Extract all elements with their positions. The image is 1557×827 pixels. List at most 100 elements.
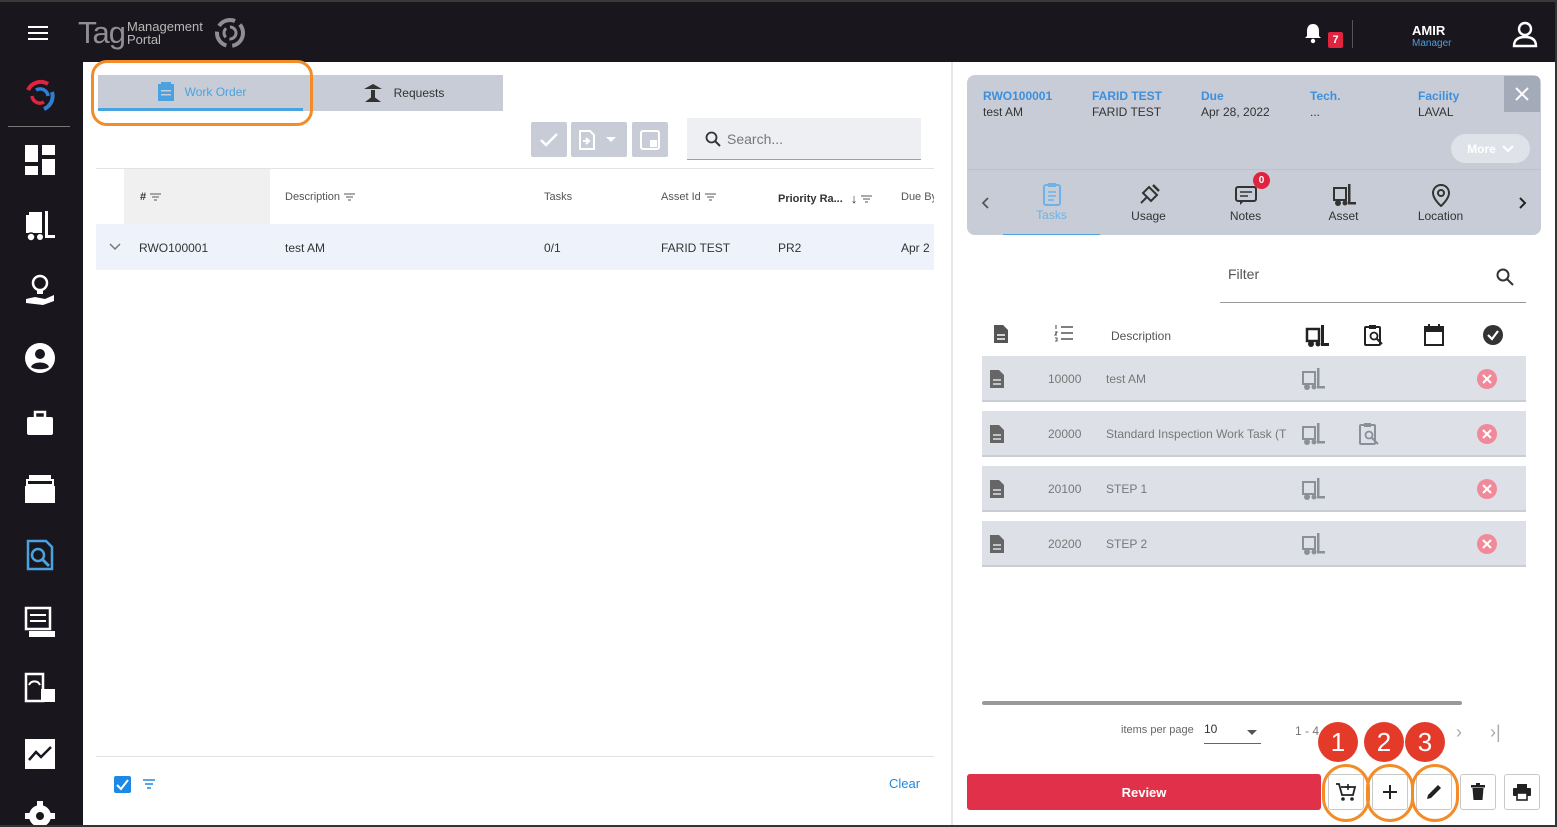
tab-asset[interactable]: Asset: [1295, 170, 1392, 235]
row-asset-id: FARID TEST: [661, 241, 731, 255]
last-page-icon[interactable]: ›|: [1490, 722, 1501, 743]
task-row[interactable]: 10000 test AM: [982, 356, 1526, 402]
card-view-button[interactable]: [632, 122, 668, 157]
close-detail-button[interactable]: [1504, 76, 1540, 112]
forklift-icon[interactable]: [1300, 422, 1326, 446]
task-row[interactable]: 20100 STEP 1: [982, 466, 1526, 512]
cancel-circle-icon[interactable]: [1476, 368, 1498, 390]
export-dropdown-button[interactable]: [571, 122, 627, 157]
row-due-by: Apr 2: [901, 241, 930, 255]
col-due-by[interactable]: Due By: [901, 191, 934, 203]
task-table-header: Description: [982, 320, 1526, 352]
search-icon[interactable]: [1496, 268, 1514, 286]
sidebar-item-dashboard[interactable]: [20, 140, 60, 180]
tabs-scroll-left-button[interactable]: [967, 170, 1003, 235]
tab-requests[interactable]: Requests: [303, 75, 503, 111]
clear-link[interactable]: Clear: [889, 776, 920, 791]
sidebar-item-settings[interactable]: [20, 796, 60, 827]
sidebar-item-assets[interactable]: [20, 206, 60, 246]
tab-tasks[interactable]: Tasks: [1003, 170, 1100, 235]
table-row[interactable]: RWO100001 test AM 0/1 FARID TEST PR2 Apr…: [96, 224, 934, 270]
top-divider: [1352, 20, 1353, 48]
chevron-right-icon: [1519, 197, 1527, 209]
top-bar: Tag Management Portal 7 AMIR Manager: [0, 0, 1557, 62]
task-number: 10000: [1048, 372, 1082, 386]
lightbulb-hand-icon: [26, 274, 54, 305]
row-id: RWO100001: [139, 241, 209, 255]
column-filter-icon[interactable]: [344, 193, 356, 201]
sidebar-separator: [8, 126, 70, 127]
numbered-list-icon[interactable]: [1054, 324, 1074, 342]
trend-chart-icon: [25, 739, 55, 769]
detail-tech-label: Tech.: [1310, 89, 1341, 103]
complete-button[interactable]: [531, 122, 567, 157]
task-filter-input[interactable]: [1228, 266, 1468, 282]
forklift-icon[interactable]: [1300, 367, 1326, 391]
cancel-circle-icon[interactable]: [1476, 423, 1498, 445]
sidebar-item-ideas[interactable]: [20, 270, 60, 310]
sort-desc-icon[interactable]: ↓: [851, 191, 858, 206]
forklift-icon[interactable]: [1300, 532, 1326, 556]
review-button[interactable]: Review: [967, 774, 1321, 810]
expand-chevron-icon[interactable]: [109, 238, 121, 256]
sidebar: [0, 62, 83, 827]
task-row[interactable]: 20200 STEP 2: [982, 521, 1526, 567]
sidebar-item-analytics[interactable]: [20, 734, 60, 774]
dashboard-icon: [25, 145, 55, 175]
print-button[interactable]: [1504, 774, 1540, 810]
sidebar-item-files[interactable]: [20, 469, 60, 509]
tab-notes[interactable]: Notes 0: [1197, 170, 1294, 235]
notification-bell-icon[interactable]: [1303, 22, 1323, 44]
column-filter-icon[interactable]: [704, 193, 716, 201]
pagination-range: 1 - 4: [1295, 724, 1320, 738]
col-number[interactable]: #: [140, 191, 162, 203]
search-input[interactable]: [727, 130, 907, 147]
detail-asset-value: FARID TEST: [1092, 105, 1162, 119]
col-number-label: #: [140, 191, 147, 203]
sidebar-item-jobs[interactable]: [20, 403, 60, 443]
col-priority[interactable]: Priority Ra... ↓: [778, 191, 873, 206]
tab-location[interactable]: Location: [1392, 170, 1489, 235]
task-col-description[interactable]: Description: [1111, 329, 1171, 343]
checkmark-icon: [116, 779, 129, 791]
filter-list-icon[interactable]: [143, 779, 155, 789]
inspection-icon[interactable]: [1358, 422, 1380, 446]
tab-usage[interactable]: Usage: [1100, 170, 1197, 235]
column-filter-icon[interactable]: [861, 194, 873, 203]
sidebar-item-inspections[interactable]: [20, 535, 60, 575]
next-page-icon[interactable]: ›: [1456, 722, 1462, 743]
task-row[interactable]: 20000 Standard Inspection Work Task (T: [982, 411, 1526, 457]
chevron-down-icon: [1502, 144, 1514, 152]
forklift-list-icon: [26, 211, 55, 242]
detail-tabs: Tasks Usage Notes 0 Asset Location: [967, 169, 1541, 235]
user-account-icon[interactable]: [1511, 20, 1539, 48]
sidebar-item-home[interactable]: [20, 76, 60, 116]
callout-ring-3: [1411, 764, 1459, 822]
tabs-scroll-right-button[interactable]: [1505, 170, 1541, 235]
col-description[interactable]: Description: [285, 191, 356, 203]
logo-line-2: Portal: [126, 32, 161, 47]
cancel-circle-icon[interactable]: [1476, 533, 1498, 555]
callout-ring-1: [1322, 764, 1370, 822]
user-name: AMIR: [1412, 23, 1446, 38]
sidebar-item-users[interactable]: [20, 338, 60, 378]
delete-button[interactable]: [1460, 774, 1496, 810]
col-asset-id[interactable]: Asset Id: [661, 191, 716, 203]
sidebar-item-reports[interactable]: [20, 668, 60, 708]
horizontal-scrollbar[interactable]: [982, 701, 1462, 705]
callout-number-2: 2: [1364, 722, 1404, 762]
items-per-page-select[interactable]: 10: [1204, 722, 1261, 744]
col-tasks[interactable]: Tasks: [544, 191, 572, 203]
cancel-circle-icon[interactable]: [1476, 478, 1498, 500]
callout-ring-2: [1366, 764, 1414, 822]
hamburger-menu-icon[interactable]: [28, 26, 48, 40]
tab-asset-label: Asset: [1328, 209, 1359, 223]
column-filter-icon[interactable]: [150, 193, 162, 201]
callout-number-1: 1: [1318, 722, 1358, 762]
more-button[interactable]: More: [1451, 134, 1530, 163]
select-all-checkbox[interactable]: [114, 776, 131, 793]
document-icon: [990, 535, 1004, 553]
forklift-icon[interactable]: [1300, 477, 1326, 501]
printer-icon: [1513, 784, 1531, 801]
sidebar-item-records[interactable]: [20, 602, 60, 642]
